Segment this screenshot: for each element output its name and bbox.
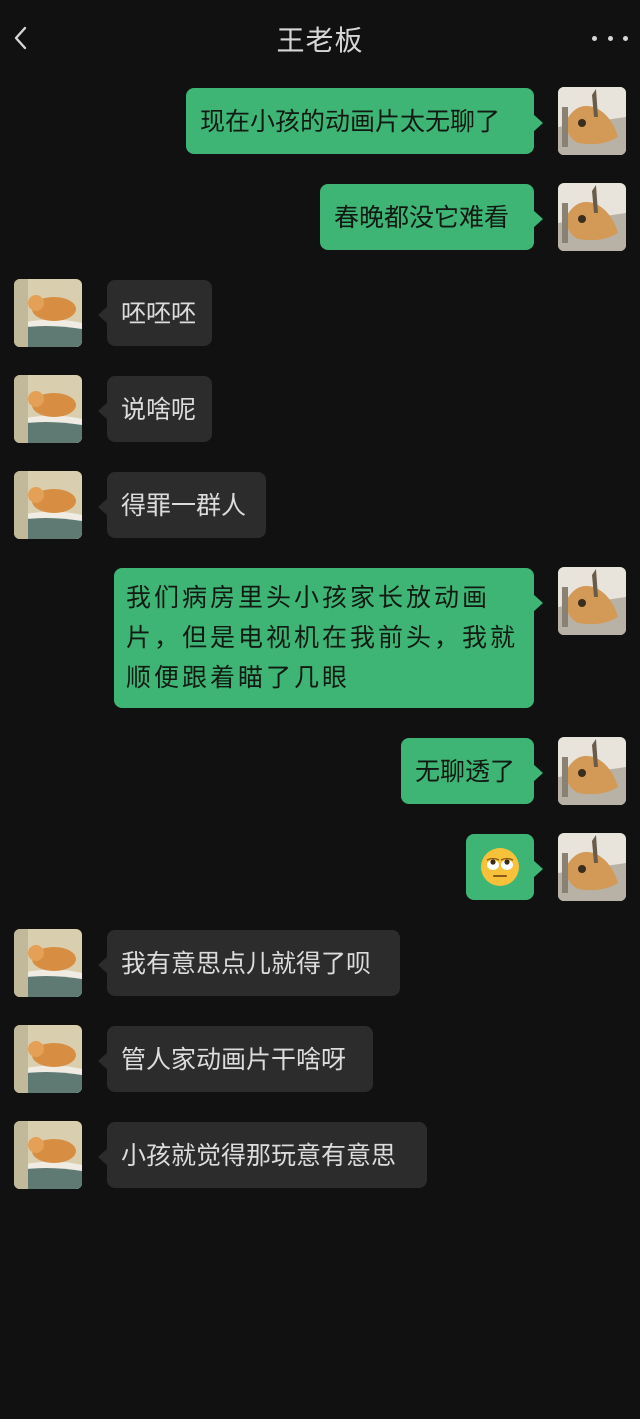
my-avatar[interactable] — [558, 87, 626, 155]
message-bubble[interactable]: 说啥呢 — [98, 376, 212, 442]
more-dots-icon — [592, 35, 597, 41]
rolling-eyes-emoji-icon — [481, 848, 519, 886]
message-bubble[interactable]: 呸呸呸 — [98, 280, 212, 346]
message-bubble[interactable]: 得罪一群人 — [98, 472, 266, 538]
contact-avatar[interactable] — [14, 1025, 82, 1093]
chat-header: 王老板 — [0, 0, 640, 78]
message-bubble[interactable]: 我有意思点儿就得了呗 — [98, 930, 400, 996]
message-text: 小孩就觉得那玩意有意思 — [121, 1141, 397, 1170]
message-text: 现在小孩的动画片太无聊了 — [200, 107, 501, 136]
message-bubble[interactable]: 无聊透了 — [401, 738, 543, 804]
message-text: 我有意思点儿就得了呗 — [121, 949, 372, 978]
back-button[interactable] — [6, 20, 34, 56]
message-bubble[interactable]: 管人家动画片干啥呀 — [98, 1026, 373, 1092]
message-text: 得罪一群人 — [121, 491, 247, 520]
more-button[interactable] — [592, 24, 628, 52]
message-bubble[interactable]: 小孩就觉得那玩意有意思 — [98, 1122, 427, 1188]
message-bubble[interactable]: 我们病房里头小孩家长放动画片，但是电视机在我前头，我就顺便跟着瞄了几眼 — [114, 568, 543, 708]
my-avatar[interactable] — [558, 183, 626, 251]
contact-avatar[interactable] — [14, 375, 82, 443]
message-bubble[interactable]: 春晚都没它难看 — [320, 184, 543, 250]
contact-avatar[interactable] — [14, 929, 82, 997]
message-bubble[interactable]: 现在小孩的动画片太无聊了 — [186, 88, 543, 154]
contact-avatar[interactable] — [14, 471, 82, 539]
message-text: 无聊透了 — [415, 757, 516, 786]
contact-avatar[interactable] — [14, 1121, 82, 1189]
message-text: 春晚都没它难看 — [334, 203, 510, 232]
my-avatar[interactable] — [558, 737, 626, 805]
message-bubble[interactable] — [466, 834, 543, 900]
back-chevron-icon — [14, 26, 27, 50]
message-text: 呸呸呸 — [121, 299, 197, 328]
chat-title: 王老板 — [276, 24, 364, 57]
message-text: 说啥呢 — [121, 395, 197, 424]
message-text: 我们病房里头小孩家长放动画片，但是电视机在我前头，我就顺便跟着瞄了几眼 — [126, 583, 519, 692]
message-text: 管人家动画片干啥呀 — [121, 1045, 347, 1074]
contact-avatar[interactable] — [14, 279, 82, 347]
my-avatar[interactable] — [558, 833, 626, 901]
my-avatar[interactable] — [558, 567, 626, 635]
